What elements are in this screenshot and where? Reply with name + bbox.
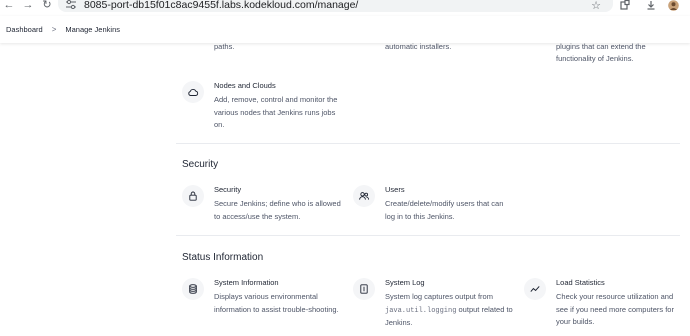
users-icon	[353, 185, 375, 207]
lock-icon	[182, 185, 204, 207]
system-log-description-pre: System log captures output from	[385, 292, 493, 301]
status-information-section-title: Status Information	[182, 252, 264, 263]
system-information-title: System Information	[214, 278, 279, 287]
database-icon	[182, 278, 204, 300]
load-statistics-title: Load Statistics	[556, 278, 605, 287]
system-log-title: System Log	[385, 278, 425, 287]
breadcrumb-separator: >	[51, 25, 57, 34]
section-divider	[176, 235, 680, 236]
system-log-description: System log captures output from java.uti…	[385, 291, 515, 330]
section-divider	[176, 143, 680, 144]
users-item-title: Users	[385, 185, 405, 194]
users-item-description: Create/delete/modify users that can log …	[385, 199, 504, 221]
manage-jenkins-content: paths. automatic installers. plugins tha…	[0, 0, 690, 336]
log-icon	[353, 278, 375, 300]
breadcrumb-item-manage-jenkins[interactable]: Manage Jenkins	[65, 25, 120, 34]
security-section-title: Security	[182, 159, 219, 170]
plugins-description-line2: functionality of Jenkins.	[556, 54, 634, 63]
chart-line-icon	[524, 278, 546, 300]
nodes-and-clouds-title: Nodes and Clouds	[214, 81, 276, 90]
security-item-description: Secure Jenkins; define who is allowed to…	[214, 199, 341, 221]
breadcrumb-item-dashboard[interactable]: Dashboard	[6, 25, 43, 34]
nodes-and-clouds-description: Add, remove, control and monitor the var…	[214, 95, 338, 129]
breadcrumb: Dashboard > Manage Jenkins	[0, 16, 690, 43]
system-information-description: Displays various environmental informati…	[214, 292, 339, 314]
load-statistics-description: Check your resource utilization and see …	[556, 292, 674, 326]
system-log-description-code: java.util.logging	[385, 306, 457, 315]
security-item-title: Security	[214, 185, 242, 194]
cloud-icon	[182, 81, 204, 103]
